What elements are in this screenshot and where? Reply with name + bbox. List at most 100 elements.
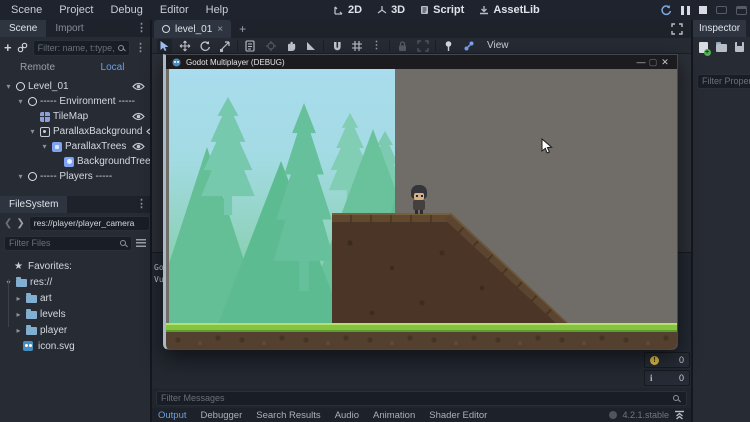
workspace-assetlib-button[interactable]: AssetLib [479, 4, 539, 16]
scene-tree-row[interactable]: ▾ Level_01 [0, 79, 150, 94]
tab-debugger[interactable]: Debugger [201, 410, 243, 421]
scale-tool[interactable] [217, 39, 232, 53]
pivot-tool[interactable] [263, 39, 278, 53]
save-resource-icon[interactable] [735, 42, 744, 52]
new-tab-icon[interactable]: + [239, 22, 246, 36]
filesystem-row[interactable]: ▸ levels [0, 306, 150, 322]
search-icon [673, 395, 679, 401]
game-window-titlebar[interactable]: Godot Multiplayer (DEBUG) — ▢ ✕ [166, 55, 677, 69]
lock-toggle[interactable] [395, 39, 410, 53]
load-resource-icon[interactable] [716, 44, 727, 52]
scene-extra-options-icon[interactable]: ⋮ [135, 41, 146, 54]
scene-tree-row[interactable]: ▾ ----- Environment ----- [0, 94, 150, 109]
filesystem-row[interactable]: ▸ art [0, 290, 150, 306]
add-node-icon[interactable]: + [4, 40, 12, 55]
rotate-tool[interactable] [197, 39, 212, 53]
menu-project[interactable]: Project [59, 4, 93, 16]
scene-filter-input[interactable] [33, 40, 130, 56]
replay-button[interactable] [660, 4, 672, 16]
filesystem-filter-input[interactable] [4, 236, 132, 251]
wood-planks [332, 213, 456, 222]
scene-tab-level01[interactable]: level_01 × [154, 20, 231, 38]
grid-snap-toggle[interactable] [349, 39, 364, 53]
remote-debug-icon[interactable] [716, 6, 727, 14]
collapse-arrow-icon[interactable]: ▾ [28, 127, 37, 136]
menu-scene[interactable]: Scene [11, 4, 42, 16]
maximize-icon[interactable]: ▢ [647, 57, 659, 68]
pan-tool[interactable] [283, 39, 298, 53]
filesystem-row[interactable]: icon.svg [0, 338, 150, 354]
version-label: 4.2.1.stable [622, 410, 669, 420]
game-debug-window[interactable]: Godot Multiplayer (DEBUG) — ▢ ✕ [163, 54, 678, 350]
filesystem-row[interactable]: ▾ res:// [0, 274, 150, 290]
workspace-script-button[interactable]: Script [420, 4, 464, 16]
tab-scene[interactable]: Scene [0, 20, 46, 37]
warning-count-badge[interactable]: ! 0 [644, 352, 690, 368]
close-icon[interactable]: ✕ [659, 57, 671, 68]
collapse-arrow-icon[interactable]: ▾ [40, 142, 49, 151]
remote-button[interactable]: Remote [0, 62, 75, 73]
movie-mode-icon[interactable] [736, 6, 747, 15]
tab-shader-editor[interactable]: Shader Editor [429, 410, 487, 421]
local-button[interactable]: Local [75, 62, 150, 73]
favorites-row[interactable]: ★ Favorites: [0, 259, 150, 274]
current-path-field[interactable] [29, 216, 150, 231]
list-select-tool[interactable] [243, 39, 258, 53]
sort-files-icon[interactable] [136, 239, 146, 247]
tab-import[interactable]: Import [46, 20, 92, 37]
workspace-2d-button[interactable]: 2D [334, 4, 362, 16]
pause-button[interactable] [681, 6, 690, 15]
tab-audio[interactable]: Audio [335, 410, 359, 421]
view-menu[interactable]: View [487, 40, 509, 51]
ruler-tool[interactable] [303, 39, 318, 53]
scene-tree-row[interactable]: ▾ ----- Players ----- [0, 169, 150, 184]
tab-filesystem[interactable]: FileSystem [0, 196, 67, 213]
pin-toggle[interactable] [441, 39, 456, 53]
nav-forward-icon[interactable]: ❯ [16, 218, 24, 229]
visibility-eye-icon[interactable] [132, 112, 145, 121]
collapse-arrow-icon[interactable]: ▾ [16, 172, 25, 181]
workspace-3d-button[interactable]: 3D [377, 4, 405, 16]
instance-scene-icon[interactable] [17, 42, 28, 53]
visibility-eye-icon[interactable] [132, 142, 145, 151]
skeleton-options[interactable] [461, 39, 476, 53]
tab-output[interactable]: Output [158, 410, 187, 421]
scene-tree-row[interactable]: TileMap [0, 109, 150, 124]
stop-button[interactable] [699, 6, 707, 14]
collapse-arrow-icon[interactable]: ▾ [16, 97, 25, 106]
select-tool[interactable] [157, 39, 172, 53]
dock-options-icon[interactable]: ⋮ [136, 21, 147, 34]
tab-animation[interactable]: Animation [373, 410, 415, 421]
tab-search-results[interactable]: Search Results [256, 410, 320, 421]
info-count-badge[interactable]: i 0 [644, 370, 690, 386]
smart-snap-toggle[interactable] [329, 39, 344, 53]
tab-node[interactable]: Node [746, 20, 750, 37]
menu-debug[interactable]: Debug [110, 4, 142, 16]
move-tool[interactable] [177, 39, 192, 53]
filesystem-row[interactable]: ▸ player [0, 322, 150, 338]
expand-bottom-panel-icon[interactable] [674, 410, 685, 420]
minimize-icon[interactable]: — [635, 57, 647, 68]
expand-arrow-icon[interactable]: ▸ [14, 326, 23, 335]
distraction-free-icon[interactable] [671, 23, 683, 35]
close-tab-icon[interactable]: × [217, 24, 223, 35]
expand-arrow-icon[interactable]: ▸ [14, 294, 23, 303]
scene-tree-row[interactable]: ▾ ParallaxTrees [0, 139, 150, 154]
new-resource-icon[interactable]: + [699, 42, 708, 53]
scene-tree-row[interactable]: ▾ ParallaxBackground [0, 124, 150, 139]
messages-filter-input[interactable] [156, 391, 687, 406]
scene-tree-row[interactable]: BackgroundTrees [0, 154, 150, 169]
collapse-arrow-icon[interactable]: ▾ [4, 82, 13, 91]
inspector-filter-input[interactable] [697, 74, 750, 89]
tab-inspector[interactable]: Inspector [693, 20, 746, 37]
nav-back-icon[interactable]: ❮ [4, 218, 12, 229]
menu-editor[interactable]: Editor [160, 4, 189, 16]
snap-options-menu[interactable]: ⋮ [369, 39, 384, 53]
group-toggle[interactable] [415, 39, 430, 53]
menu-help[interactable]: Help [206, 4, 229, 16]
expand-arrow-icon[interactable]: ▸ [14, 310, 23, 319]
inspector-toolbar: + [693, 37, 750, 57]
dock-options-icon[interactable]: ⋮ [136, 197, 147, 210]
script-icon [420, 5, 429, 15]
visibility-eye-icon[interactable] [132, 82, 145, 91]
